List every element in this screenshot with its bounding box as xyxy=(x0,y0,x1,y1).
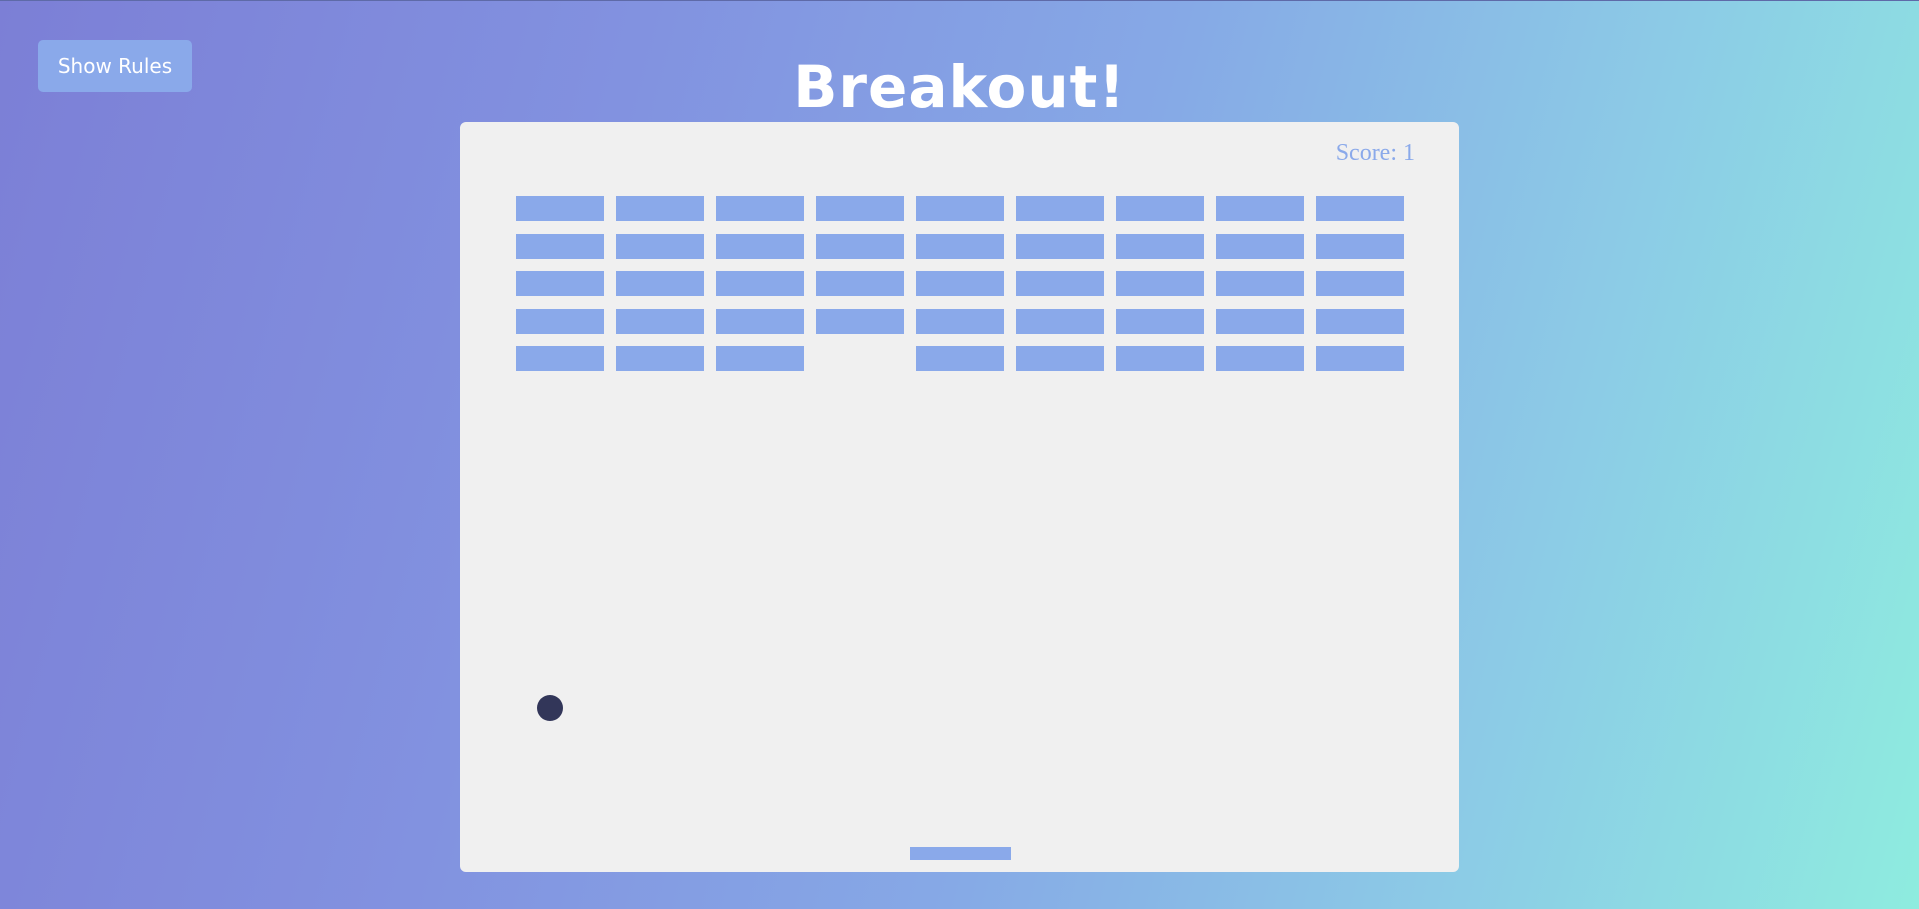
brick xyxy=(616,234,704,259)
brick xyxy=(516,271,604,296)
score-value: 1 xyxy=(1403,140,1415,166)
brick xyxy=(1316,346,1404,371)
brick xyxy=(1016,309,1104,334)
brick xyxy=(816,309,904,334)
brick xyxy=(1216,271,1304,296)
page-title: Breakout! xyxy=(793,53,1126,121)
brick xyxy=(716,271,804,296)
brick xyxy=(1216,346,1304,371)
brick xyxy=(916,271,1004,296)
brick xyxy=(1316,309,1404,334)
brick xyxy=(1016,196,1104,221)
ball xyxy=(537,695,563,721)
brick xyxy=(716,346,804,371)
brick xyxy=(916,309,1004,334)
brick xyxy=(1216,196,1304,221)
brick xyxy=(1116,234,1204,259)
brick xyxy=(716,196,804,221)
brick xyxy=(616,346,704,371)
brick xyxy=(516,309,604,334)
brick xyxy=(1116,309,1204,334)
brick xyxy=(916,234,1004,259)
brick xyxy=(1016,271,1104,296)
brick xyxy=(916,346,1004,371)
brick xyxy=(1216,309,1304,334)
brick xyxy=(716,309,804,334)
score-display: Score: 1 xyxy=(1336,138,1415,168)
brick xyxy=(516,346,604,371)
brick xyxy=(1316,234,1404,259)
brick xyxy=(516,234,604,259)
brick xyxy=(516,196,604,221)
brick xyxy=(1016,346,1104,371)
brick xyxy=(716,234,804,259)
brick xyxy=(916,196,1004,221)
brick xyxy=(1116,271,1204,296)
brick xyxy=(816,196,904,221)
brick xyxy=(816,234,904,259)
brick xyxy=(816,271,904,296)
score-label: Score: xyxy=(1335,140,1397,166)
brick xyxy=(1116,196,1204,221)
game-canvas[interactable]: Score: 1 xyxy=(460,122,1459,872)
brick xyxy=(616,309,704,334)
brick xyxy=(616,196,704,221)
brick xyxy=(1216,234,1304,259)
brick xyxy=(1116,346,1204,371)
brick xyxy=(1316,271,1404,296)
paddle[interactable] xyxy=(910,847,1011,860)
brick xyxy=(616,271,704,296)
brick xyxy=(1016,234,1104,259)
brick xyxy=(1316,196,1404,221)
